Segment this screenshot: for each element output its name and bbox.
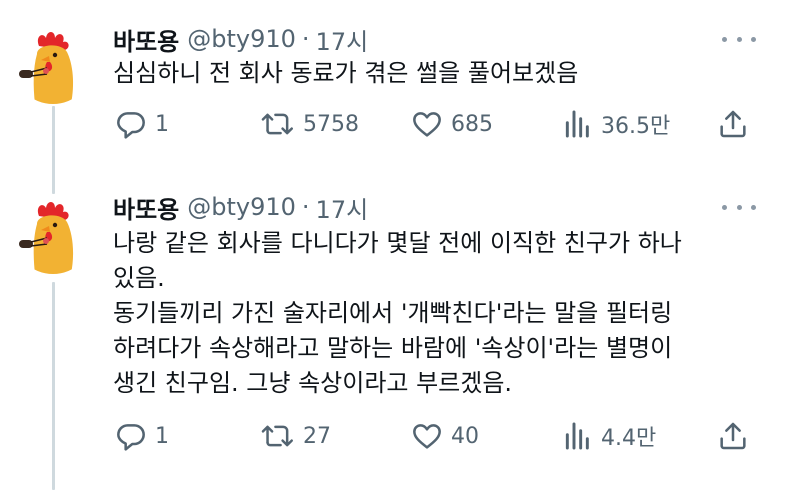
- tweet-text-line: 심심하니 전 회사 동료가 겪은 썰을 풀어보겠음: [113, 59, 579, 87]
- reply-icon: [117, 112, 145, 139]
- author-handle[interactable]: @bty910: [187, 193, 296, 221]
- reply-button[interactable]: 1: [115, 108, 169, 140]
- retweet-count: 5758: [303, 111, 359, 137]
- reply-count: 1: [155, 111, 169, 137]
- tweet-actions: 1 27 40 4.4만: [113, 420, 763, 452]
- like-button[interactable]: 40: [411, 420, 479, 452]
- author-name[interactable]: 바또용: [113, 22, 179, 57]
- like-count: 685: [451, 111, 493, 137]
- author-name[interactable]: 바또용: [113, 190, 179, 225]
- share-icon: [720, 110, 746, 138]
- reply-count: 1: [155, 423, 169, 449]
- tweet-time[interactable]: 17시: [316, 22, 369, 57]
- retweet-icon: [261, 113, 293, 135]
- views-count: 36.5만: [601, 114, 671, 139]
- more-options-button[interactable]: [722, 26, 756, 52]
- tweet[interactable]: 바또용 @bty910 · 17시 나랑 같은 회사를 다니다가 몇달 전에 이…: [0, 190, 796, 480]
- tweet-actions: 1 5758 685 36.5만: [113, 108, 763, 140]
- rooster-avatar-icon: [13, 24, 93, 104]
- reply-icon: [117, 424, 145, 451]
- author-handle[interactable]: @bty910: [187, 25, 296, 53]
- views-count: 4.4만: [601, 426, 657, 451]
- more-icon: [736, 204, 742, 210]
- share-button[interactable]: [717, 108, 749, 140]
- like-count: 40: [451, 423, 479, 449]
- views-icon: [565, 110, 589, 138]
- separator-dot: ·: [301, 25, 310, 53]
- more-icon: [722, 204, 727, 210]
- retweet-icon: [261, 425, 293, 447]
- tweet[interactable]: 바또용 @bty910 · 17시 심심하니 전 회사 동료가 겪은 썰을 풀어…: [0, 22, 796, 172]
- tweet-text-line: 동기들끼리 가진 술자리에서 '개빡친다'라는 말을 필터링: [113, 299, 673, 327]
- more-icon: [722, 36, 727, 42]
- like-button[interactable]: 685: [411, 108, 493, 140]
- reply-button[interactable]: 1: [115, 420, 169, 452]
- tweet-time[interactable]: 17시: [316, 190, 369, 225]
- tweet-text: 나랑 같은 회사를 다니다가 몇달 전에 이직한 친구가 하나 있음. 동기들끼…: [113, 226, 682, 401]
- more-icon: [736, 36, 742, 42]
- views-button[interactable]: 36.5만: [563, 108, 670, 140]
- like-icon: [413, 424, 441, 449]
- views-icon: [565, 422, 589, 450]
- tweet-text-line: 나랑 같은 회사를 다니다가 몇달 전에 이직한 친구가 하나: [113, 229, 682, 257]
- rooster-avatar-icon: [13, 194, 93, 274]
- retweet-count: 27: [303, 423, 331, 449]
- tweet-header: 바또용 @bty910 · 17시: [113, 190, 368, 224]
- tweet-text-line: 있음.: [113, 264, 165, 292]
- more-icon: [751, 36, 756, 42]
- like-icon: [413, 112, 441, 137]
- more-options-button[interactable]: [722, 194, 756, 220]
- avatar[interactable]: [13, 24, 93, 104]
- tweet-text: 심심하니 전 회사 동료가 겪은 썰을 풀어보겠음: [113, 56, 578, 91]
- share-button[interactable]: [717, 420, 749, 452]
- avatar[interactable]: [13, 194, 93, 274]
- tweet-header: 바또용 @bty910 · 17시: [113, 22, 368, 56]
- views-button[interactable]: 4.4만: [563, 420, 656, 452]
- retweet-button[interactable]: 27: [261, 420, 331, 452]
- separator-dot: ·: [301, 193, 310, 221]
- more-icon: [751, 204, 756, 210]
- tweet-text-line: 하려다가 속상해라고 말하는 바람에 '속상이'라는 별명이: [113, 334, 673, 362]
- retweet-button[interactable]: 5758: [261, 108, 359, 140]
- share-icon: [720, 422, 746, 450]
- tweet-text-line: 생긴 친구임. 그냥 속상이라고 부르겠음.: [113, 369, 513, 397]
